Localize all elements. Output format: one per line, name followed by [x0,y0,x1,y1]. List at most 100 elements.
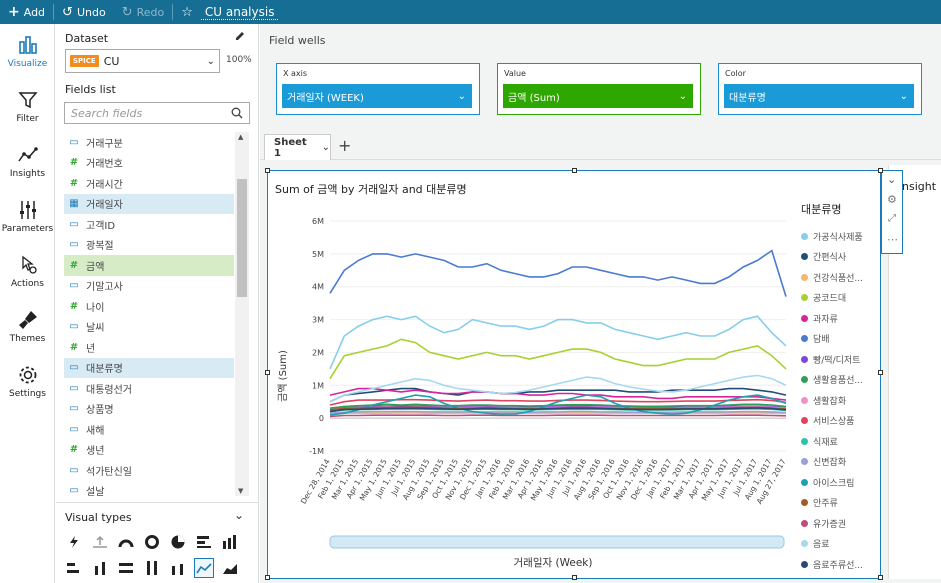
resize-handle[interactable] [572,575,577,580]
field-item[interactable]: # 나이 [64,296,234,317]
collapse-double-chevron-icon[interactable]: ⌄ [887,173,896,186]
search-fields-input[interactable]: Search fields [64,102,250,124]
favorite-star-button[interactable]: ☆ [173,0,201,24]
legend-item[interactable]: 생활용품선... [801,370,881,391]
field-item[interactable]: ▭ 거래구분 [64,132,234,153]
legend-item[interactable]: 신변잡화 [801,452,881,473]
horizontal-bar-icon[interactable] [195,533,213,551]
field-item[interactable]: ▭ 기말고사 [64,276,234,297]
scroll-thumb[interactable] [237,179,247,297]
expand-icon[interactable]: ⤢ [888,213,896,224]
nav-themes[interactable]: Themes [0,309,55,344]
legend-item[interactable]: 과자류 [801,308,881,329]
field-item[interactable]: ▭ 설날 [64,481,234,496]
field-item[interactable]: ▭ 새해 [64,419,234,440]
measure-icon: # [69,300,79,312]
resize-handle[interactable] [878,575,883,580]
legend-item[interactable]: 음료주류선... [801,554,881,575]
dataset-select[interactable]: SPICE CU ⌄ [65,49,220,73]
more-options-icon[interactable]: ⋯ [887,233,898,246]
field-item[interactable]: # 년 [64,337,234,358]
legend-item[interactable]: 가공식사제품 [801,226,881,247]
vertical-bar-icon[interactable] [221,533,239,551]
resize-handle[interactable] [265,370,270,375]
legend-item[interactable]: 건강식품선... [801,267,881,288]
tab-sheet-1[interactable]: Sheet 1 ⌄ [264,134,331,160]
color-well-label: Color [725,69,746,78]
donut-icon[interactable] [143,533,161,551]
percent-horizontal-bar-icon[interactable] [117,559,135,577]
resize-handle[interactable] [878,370,883,375]
resize-handle[interactable] [572,168,577,173]
scroll-up-arrow[interactable]: ▲ [238,133,243,141]
legend-item[interactable]: 음료 [801,534,881,555]
legend-swatch [801,478,808,486]
scroll-down-arrow[interactable]: ▼ [238,487,243,495]
area-chart-icon[interactable] [221,559,239,577]
line-chart-icon[interactable] [194,558,214,578]
resize-handle[interactable] [265,168,270,173]
value-field-button[interactable]: 금액 (Sum) ⌄ [503,84,693,108]
visual-settings-icon[interactable]: ⚙ [887,193,897,206]
nav-settings[interactable]: Settings [0,364,55,399]
field-item[interactable]: ▭ 고객ID [64,214,234,235]
analysis-title[interactable]: CU analysis [200,5,279,20]
legend-item[interactable]: 빵/떡/디저트 [801,349,881,370]
field-item[interactable]: ▭ 석가탄신일 [64,460,234,481]
resize-handle[interactable] [878,168,883,173]
field-item[interactable]: ▦ 거래일자 [64,193,234,214]
autograph-icon[interactable] [65,533,83,551]
collapse-chevron-icon[interactable]: ⌄ [234,508,244,522]
nav-parameters[interactable]: Parameters [0,199,55,234]
legend-label: 유가증권 [813,519,847,530]
nav-actions[interactable]: Actions [0,254,55,289]
gauge-icon[interactable] [117,533,135,551]
percent-vertical-bar-icon[interactable] [143,559,161,577]
chevron-down-icon[interactable]: ⌄ [322,142,330,153]
nav-visualize[interactable]: Visualize [0,34,55,69]
nav-filter[interactable]: Filter [0,89,55,124]
pencil-icon[interactable] [234,30,246,42]
field-wells-title[interactable]: Field wells [269,34,326,47]
undo-icon: ↺ [62,4,73,20]
combo-chart-icon[interactable] [169,559,187,577]
legend-item[interactable]: 공코드대 [801,288,881,309]
field-item[interactable]: ▭ 대분류명 [64,357,234,378]
add-button[interactable]: + Add [0,0,53,24]
field-item[interactable]: ▭ 상품명 [64,399,234,420]
legend-swatch [801,540,808,548]
nav-insights[interactable]: Insights [0,144,55,179]
legend-item[interactable]: 간편식사 [801,247,881,268]
legend-item[interactable]: 유가증권 [801,513,881,534]
cursor-gear-icon [21,255,37,274]
field-item[interactable]: # 생년 [64,440,234,461]
field-item[interactable]: ▭ 대통령선거 [64,378,234,399]
line-chart-visual[interactable]: Sum of 금액 by 거래일자 and 대분류명 6M 5M 4M 3M 2M 1M 0… [267,170,881,579]
field-item[interactable]: # 금액 [64,255,234,276]
legend-item[interactable]: 생활잡화 [801,390,881,411]
legend-item[interactable]: 담배 [801,329,881,350]
field-item[interactable]: ▭ 날씨 [64,317,234,338]
color-field-button[interactable]: 대분류명 ⌄ [724,84,914,108]
field-item[interactable]: ▭ 광복절 [64,235,234,256]
kpi-icon[interactable] [91,533,109,551]
line-chart: 6M5M4M3M2M1M0-1M금액 (Sum)Dec 28, 2014Feb … [277,217,788,569]
legend-item[interactable]: 아이스크림 [801,472,881,493]
resize-handle[interactable] [265,575,270,580]
legend-item[interactable]: 식재료 [801,431,881,452]
legend-item[interactable]: 서비스상품 [801,411,881,432]
field-item[interactable]: # 거래번호 [64,153,234,174]
add-sheet-button[interactable]: + [338,136,351,155]
stacked-horizontal-bar-icon[interactable] [65,559,83,577]
field-item[interactable]: # 거래시간 [64,173,234,194]
stacked-vertical-bar-icon[interactable] [91,559,109,577]
undo-button[interactable]: ↺ Undo [54,0,114,24]
dimension-icon: ▭ [69,423,79,435]
legend-swatch [801,335,808,343]
pie-icon[interactable] [169,533,187,551]
legend-item[interactable]: 안주류 [801,493,881,514]
redo-button[interactable]: ↻ Redo [114,0,173,24]
fields-scrollbar[interactable]: ▲ ▼ [235,132,249,496]
x-axis-field-button[interactable]: 거래일자 (WEEK) ⌄ [282,84,472,108]
y-tick-label: 5M [312,250,324,259]
